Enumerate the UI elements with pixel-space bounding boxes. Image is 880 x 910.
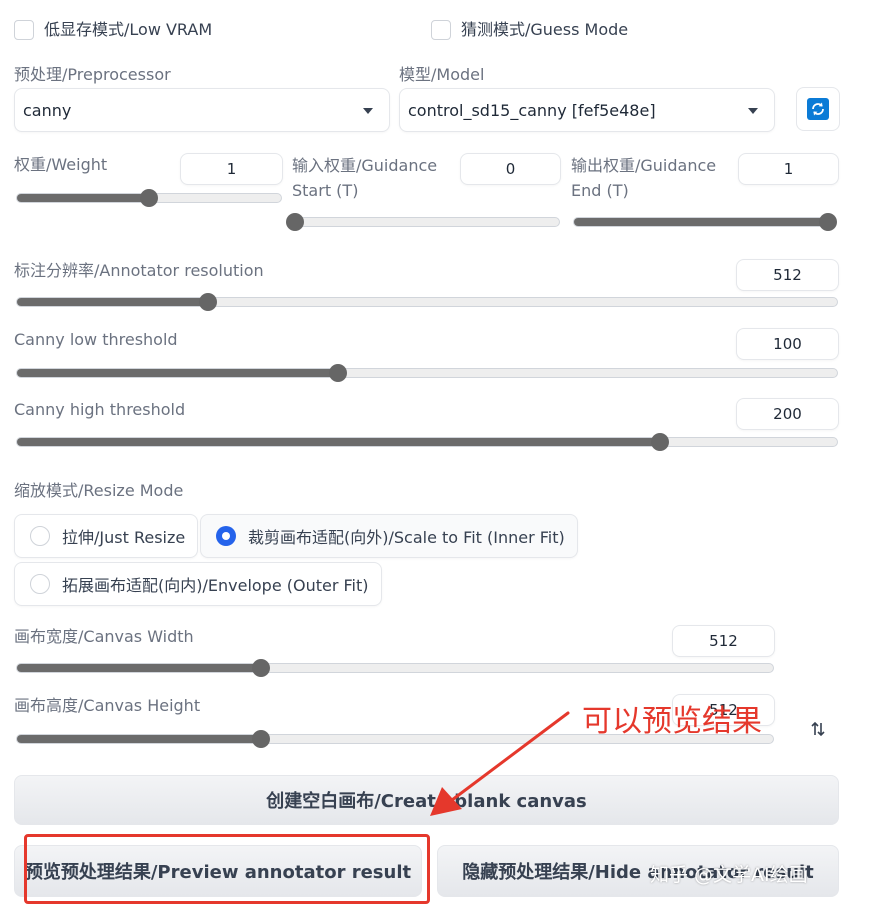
slider-thumb[interactable] xyxy=(140,189,158,207)
radio-button[interactable] xyxy=(30,574,50,594)
watermark: 知乎 @文学AI绘画 xyxy=(650,864,808,886)
resize-mode-scale-to-fit[interactable]: 裁剪画布适配(向外)/Scale to Fit (Inner Fit) xyxy=(200,514,578,558)
canny-low-input[interactable]: 100 xyxy=(736,328,839,360)
weight-slider[interactable] xyxy=(16,189,282,207)
model-dropdown[interactable]: control_sd15_canny [fef5e48e] xyxy=(399,88,775,132)
slider-thumb[interactable] xyxy=(199,293,218,311)
slider-fill xyxy=(17,438,660,446)
slider-thumb[interactable] xyxy=(329,364,348,382)
preprocessor-value: canny xyxy=(23,100,72,120)
resize-option-label: 裁剪画布适配(向外)/Scale to Fit (Inner Fit) xyxy=(248,528,565,547)
canny-low-label: Canny low threshold xyxy=(14,330,178,349)
slider-thumb[interactable] xyxy=(819,213,837,231)
slider-thumb[interactable] xyxy=(286,213,304,231)
model-value: control_sd15_canny [fef5e48e] xyxy=(408,100,656,120)
chevron-down-icon xyxy=(363,108,373,114)
slider-fill xyxy=(17,194,149,202)
canvas-width-input[interactable]: 512 xyxy=(672,625,775,657)
annotator-resolution-slider[interactable] xyxy=(16,293,838,311)
slider-fill xyxy=(17,664,262,672)
swap-dimensions-button[interactable] xyxy=(796,709,840,753)
slider-fill xyxy=(574,218,828,226)
annotation-text: 可以预览结果 xyxy=(582,704,762,739)
slider-fill xyxy=(17,735,262,743)
slider-thumb[interactable] xyxy=(252,730,271,748)
preprocessor-dropdown[interactable]: canny xyxy=(14,88,390,132)
weight-input[interactable]: 1 xyxy=(180,153,283,185)
annotation-arrow xyxy=(430,711,570,816)
canny-high-input[interactable]: 200 xyxy=(736,398,839,430)
resize-mode-just-resize[interactable]: 拉伸/Just Resize xyxy=(14,514,199,558)
refresh-models-button[interactable] xyxy=(796,87,840,131)
canny-high-label: Canny high threshold xyxy=(14,400,186,419)
resize-mode-label: 缩放模式/Resize Mode xyxy=(14,481,184,500)
canvas-width-label: 画布宽度/Canvas Width xyxy=(14,627,194,646)
slider-fill xyxy=(17,298,209,306)
chevron-down-icon xyxy=(748,108,758,114)
refresh-icon xyxy=(807,98,829,120)
resize-mode-envelope[interactable]: 拓展画布适配(向内)/Envelope (Outer Fit) xyxy=(14,562,382,606)
guess-mode-checkbox[interactable] xyxy=(431,20,451,40)
guidance-start-input[interactable]: 0 xyxy=(460,153,561,185)
low-vram-checkbox[interactable] xyxy=(14,20,34,40)
slider-thumb[interactable] xyxy=(650,433,669,451)
annotator-resolution-label: 标注分辨率/Annotator resolution xyxy=(14,261,264,280)
radio-button-selected[interactable] xyxy=(216,526,236,546)
resize-option-label: 拉伸/Just Resize xyxy=(62,528,186,547)
low-vram-label: 低显存模式/Low VRAM xyxy=(44,20,213,39)
canny-low-slider[interactable] xyxy=(16,364,838,382)
guess-mode-label: 猜测模式/Guess Mode xyxy=(461,20,629,39)
guidance-end-label: 输出权重/Guidance End (T) xyxy=(571,156,717,200)
slider-fill xyxy=(17,369,339,377)
radio-button[interactable] xyxy=(30,526,50,546)
guidance-start-slider[interactable] xyxy=(286,213,560,231)
weight-label: 权重/Weight xyxy=(14,155,108,174)
guidance-start-label: 输入权重/Guidance Start (T) xyxy=(292,156,438,200)
slider-thumb[interactable] xyxy=(252,659,271,677)
guidance-end-input[interactable]: 1 xyxy=(738,153,839,185)
highlight-box xyxy=(24,834,430,904)
canvas-width-slider[interactable] xyxy=(16,659,774,677)
guidance-end-slider[interactable] xyxy=(573,213,837,231)
canvas-height-label: 画布高度/Canvas Height xyxy=(14,696,201,715)
model-label: 模型/Model xyxy=(399,65,485,84)
preprocessor-label: 预处理/Preprocessor xyxy=(14,65,171,84)
swap-icon xyxy=(809,720,827,742)
canny-high-slider[interactable] xyxy=(16,433,838,451)
annotator-resolution-input[interactable]: 512 xyxy=(736,259,839,291)
resize-option-label: 拓展画布适配(向内)/Envelope (Outer Fit) xyxy=(62,576,369,595)
